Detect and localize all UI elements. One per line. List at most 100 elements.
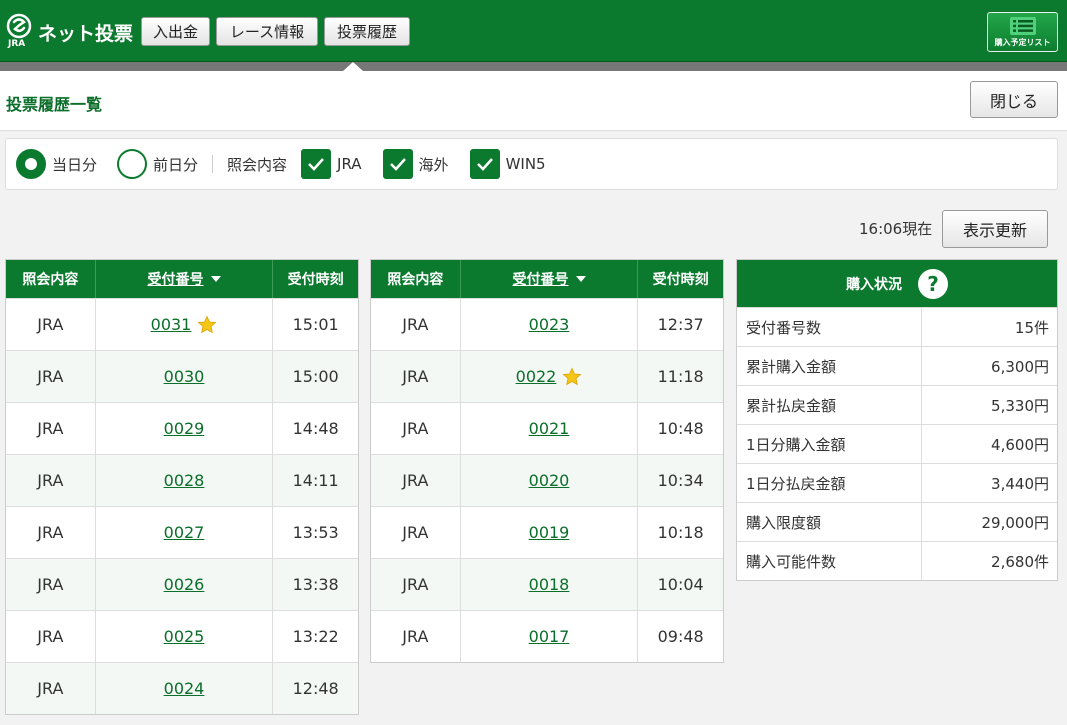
- checkbox-win5[interactable]: WIN5: [469, 149, 546, 179]
- summary-value: 4,600円: [991, 435, 1049, 454]
- table-body: JRA 0023 12:37 JRA 0022 11:18 JRA 0021 10:48 JRA 0…: [371, 298, 723, 662]
- receipt-number-cell: 0023: [461, 299, 639, 350]
- receipt-number-link[interactable]: 0031: [151, 315, 192, 334]
- help-icon[interactable]: ?: [918, 268, 948, 299]
- sort-receipt-number-link[interactable]: 受付番号: [513, 269, 569, 289]
- inquiry-cell: JRA: [6, 507, 96, 558]
- receipt-time-cell: 11:18: [657, 367, 704, 386]
- header-receipt-number[interactable]: 受付番号: [96, 260, 274, 298]
- receipt-number-link[interactable]: 0027: [164, 523, 205, 542]
- list-icon: [1009, 17, 1036, 35]
- history-table-right: 照会内容 受付番号 受付時刻 JRA 0023 12:37 JRA 0022 11:18 J…: [370, 259, 724, 663]
- summary-value: 3,440円: [991, 474, 1049, 493]
- summary-row: 累計購入金額 6,300円: [737, 346, 1057, 385]
- checkmark-icon: [382, 149, 413, 179]
- inquiry-cell: JRA: [371, 507, 461, 558]
- filter-divider: [212, 155, 214, 173]
- inquiry-cell: JRA: [6, 299, 96, 350]
- summary-row: 購入限度額 29,000円: [737, 502, 1057, 541]
- receipt-number-link[interactable]: 0017: [529, 627, 570, 646]
- as-of-time: 16:06現在: [859, 220, 933, 238]
- table-row: JRA 0021 10:48: [371, 402, 723, 454]
- checkbox-jra[interactable]: JRA: [301, 149, 362, 179]
- logo-text: ネット投票: [38, 22, 134, 45]
- receipt-number-link[interactable]: 0029: [164, 419, 205, 438]
- header-receipt-time: 受付時刻: [652, 272, 709, 288]
- checkmark-icon: [469, 149, 500, 179]
- purchase-status-header: 購入状況 ?: [737, 260, 1057, 307]
- summary-value: 15件: [1014, 318, 1049, 337]
- receipt-number-link[interactable]: 0020: [529, 471, 570, 490]
- receipt-number-link[interactable]: 0022: [516, 367, 557, 386]
- checkbox-overseas[interactable]: 海外: [382, 149, 449, 179]
- purchase-status-body: 受付番号数 15件累計購入金額 6,300円 累計払戻金額 5,330円 1日分購入金額 4…: [737, 307, 1057, 580]
- summary-label: 購入可能件数: [737, 542, 922, 580]
- receipt-number-link[interactable]: 0023: [529, 315, 570, 334]
- table-header: 照会内容 受付番号 受付時刻: [6, 260, 358, 298]
- header-receipt-time: 受付時刻: [287, 272, 344, 288]
- inquiry-cell: JRA: [6, 559, 96, 610]
- favorite-star-icon: [562, 367, 582, 385]
- table-row: JRA 0020 10:34: [371, 454, 723, 506]
- receipt-number-link[interactable]: 0028: [164, 471, 205, 490]
- checkmark-icon: [301, 149, 332, 179]
- close-button[interactable]: 閉じる: [970, 81, 1058, 118]
- receipt-number-link[interactable]: 0025: [164, 627, 205, 646]
- inquiry-cell: JRA: [371, 403, 461, 454]
- receipt-number-link[interactable]: 0021: [529, 419, 570, 438]
- summary-label: 1日分購入金額: [737, 425, 922, 463]
- favorite-star-icon: [197, 315, 217, 333]
- inquiry-cell: JRA: [6, 663, 96, 714]
- sort-receipt-number-link[interactable]: 受付番号: [148, 269, 204, 289]
- active-tab-indicator: [343, 62, 363, 71]
- header-inquiry: 照会内容: [6, 260, 96, 298]
- summary-row: 受付番号数 15件: [737, 307, 1057, 346]
- radio-today-label: 当日分: [52, 155, 98, 174]
- receipt-time-cell: 14:48: [292, 419, 339, 438]
- checkbox-jra-label: JRA: [337, 155, 362, 173]
- radio-today[interactable]: 当日分: [16, 149, 97, 179]
- inquiry-cell: JRA: [6, 611, 96, 662]
- table-row: JRA 0019 10:18: [371, 506, 723, 558]
- inquiry-cell: JRA: [371, 455, 461, 506]
- inquiry-cell: JRA: [6, 403, 96, 454]
- radio-selected-icon: [16, 149, 46, 179]
- receipt-time-cell: 15:00: [292, 367, 339, 386]
- summary-value: 29,000円: [981, 513, 1050, 532]
- receipt-number-link[interactable]: 0030: [164, 367, 205, 386]
- receipt-time-cell: 13:53: [292, 523, 339, 542]
- summary-value: 2,680件: [991, 552, 1049, 571]
- receipt-time-cell: 14:11: [292, 471, 339, 490]
- summary-label: 購入限度額: [737, 503, 922, 541]
- summary-value: 5,330円: [991, 396, 1049, 415]
- summary-label: 受付番号数: [737, 308, 922, 346]
- receipt-number-link[interactable]: 0018: [529, 575, 570, 594]
- receipt-number-cell: 0021: [461, 403, 639, 454]
- summary-label: 1日分払戻金額: [737, 464, 922, 502]
- nav-deposit-button[interactable]: 入出金: [141, 17, 210, 46]
- logo-sub-text: JRA: [8, 39, 26, 49]
- refresh-button[interactable]: 表示更新: [942, 210, 1048, 248]
- summary-label: 累計払戻金額: [737, 386, 922, 424]
- inquiry-cell: JRA: [371, 351, 461, 402]
- checkbox-overseas-label: 海外: [418, 155, 449, 174]
- receipt-time-cell: 10:34: [657, 471, 704, 490]
- inquiry-cell: JRA: [371, 299, 461, 350]
- purchase-plan-list-button[interactable]: 購入予定リスト: [987, 12, 1058, 52]
- nav-race-info-button[interactable]: レース情報: [216, 17, 318, 46]
- receipt-number-link[interactable]: 0019: [529, 523, 570, 542]
- receipt-time-cell: 13:38: [292, 575, 339, 594]
- summary-row: 1日分購入金額 4,600円: [737, 424, 1057, 463]
- header-receipt-number[interactable]: 受付番号: [461, 260, 639, 298]
- jra-logo[interactable]: JRA ネット投票: [6, 12, 133, 52]
- radio-previous-day[interactable]: 前日分: [117, 149, 198, 179]
- inquiry-cell: JRA: [6, 455, 96, 506]
- summary-label: 累計購入金額: [737, 347, 922, 385]
- receipt-number-link[interactable]: 0024: [164, 679, 205, 698]
- nav-vote-history-button[interactable]: 投票履歴: [324, 17, 410, 46]
- receipt-number-link[interactable]: 0026: [164, 575, 205, 594]
- receipt-number-cell: 0030: [96, 351, 274, 402]
- sort-down-icon: [575, 276, 586, 282]
- inquiry-label: 照会内容: [227, 155, 288, 174]
- receipt-time-cell: 12:37: [657, 315, 704, 334]
